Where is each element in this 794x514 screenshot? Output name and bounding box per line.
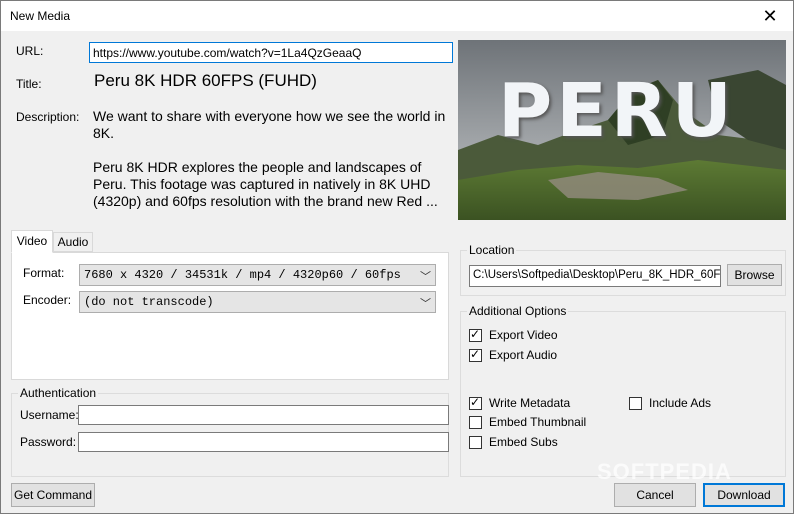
title-label: Title: (16, 77, 42, 91)
thumbnail-title-text: PERU (498, 68, 736, 154)
url-label: URL: (16, 44, 44, 58)
description-paragraph-1: We want to share with everyone how we se… (93, 108, 446, 141)
include-ads-label: Include Ads (649, 396, 712, 410)
browse-button[interactable]: Browse (727, 264, 782, 286)
additional-options-legend: Additional Options (467, 304, 569, 318)
authentication-legend: Authentication (18, 386, 99, 400)
checkmark-icon: ✓ (470, 327, 481, 341)
video-tab-panel: Format: 7680 x 4320 / 34531k / mp4 / 432… (11, 252, 449, 380)
format-value: 7680 x 4320 / 34531k / mp4 / 4320p60 / 6… (84, 268, 401, 282)
export-video-label: Export Video (489, 328, 558, 342)
write-metadata-label: Write Metadata (489, 396, 571, 410)
password-input[interactable] (78, 432, 449, 452)
tab-audio[interactable]: Audio (53, 232, 93, 252)
authentication-group: Authentication Username: Password: (11, 386, 449, 477)
username-input[interactable] (78, 405, 449, 425)
additional-options-group: Additional Options ✓ Export Video ✓ Expo… (460, 304, 786, 477)
encoder-value: (do not transcode) (84, 295, 214, 309)
video-thumbnail: PERU (458, 40, 786, 220)
chevron-down-icon: ﹀ (420, 297, 431, 310)
location-group: Location C:\Users\Softpedia\Desktop\Peru… (460, 243, 786, 296)
password-label: Password: (20, 435, 77, 449)
window-title: New Media (10, 9, 71, 23)
checkmark-icon: ✓ (470, 395, 481, 409)
download-button[interactable]: Download (703, 483, 785, 507)
embed-subs-label: Embed Subs (489, 435, 558, 449)
encoder-label: Encoder: (23, 293, 72, 307)
url-input[interactable]: https://www.youtube.com/watch?v=1La4QzGe… (89, 42, 453, 63)
tab-video[interactable]: Video (11, 230, 53, 253)
close-icon[interactable]: ✕ (747, 1, 793, 31)
username-label: Username: (20, 408, 79, 422)
cancel-button[interactable]: Cancel (614, 483, 696, 507)
media-title: Peru 8K HDR 60FPS (FUHD) (94, 71, 317, 90)
title-bar: New Media ✕ (1, 1, 793, 31)
new-media-dialog: New Media ✕ URL: https://www.youtube.com… (0, 0, 794, 514)
format-select[interactable]: 7680 x 4320 / 34531k / mp4 / 4320p60 / 6… (79, 264, 436, 286)
softpedia-watermark: SOFTPEDIA (597, 459, 732, 484)
format-label: Format: (23, 266, 65, 280)
encoder-select[interactable]: (do not transcode) ﹀ (79, 291, 436, 313)
export-audio-label: Export Audio (489, 348, 558, 362)
chevron-down-icon: ﹀ (420, 270, 431, 283)
checkmark-icon: ✓ (470, 347, 481, 361)
description-paragraph-2: Peru 8K HDR explores the people and land… (93, 159, 438, 209)
description-label: Description: (16, 110, 80, 124)
embed-thumbnail-label: Embed Thumbnail (489, 415, 587, 429)
location-path-input[interactable]: C:\Users\Softpedia\Desktop\Peru_8K_HDR_6… (469, 265, 721, 287)
get-command-button[interactable]: Get Command (11, 483, 95, 507)
location-legend: Location (467, 243, 517, 257)
